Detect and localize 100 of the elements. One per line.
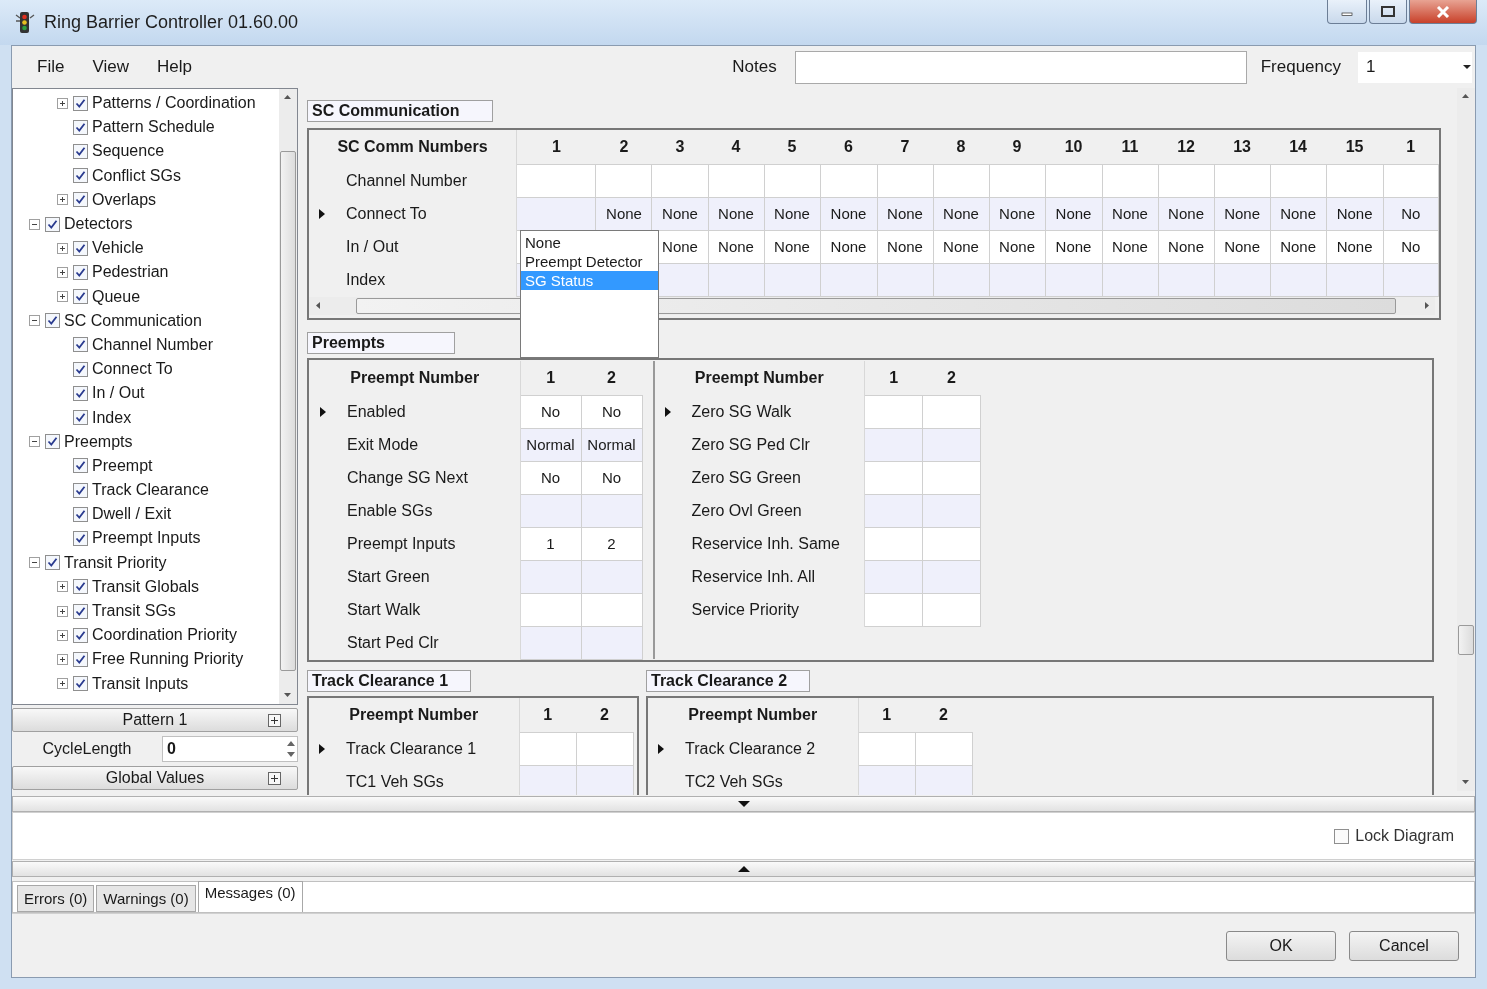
table-cell[interactable]: None [1158, 230, 1215, 263]
table-cell[interactable]: None [1326, 197, 1384, 230]
table-cell[interactable] [1214, 263, 1271, 296]
section-button[interactable]: Pattern 1 [12, 708, 298, 732]
dropdown-list[interactable]: None Preempt Detector SG Status [520, 230, 659, 358]
tree-item[interactable]: Transit SGs [92, 602, 176, 621]
table-cell[interactable] [708, 263, 764, 296]
table-cell[interactable] [922, 395, 981, 428]
table-cell[interactable] [1214, 164, 1271, 197]
table-cell[interactable]: None [820, 197, 877, 230]
table-cell[interactable]: None [1270, 230, 1327, 263]
table-cell[interactable] [595, 164, 652, 197]
checkbox[interactable] [73, 119, 88, 135]
table-cell[interactable] [877, 263, 933, 296]
tree-item[interactable]: Transit Inputs [92, 674, 189, 693]
table-cell[interactable] [877, 164, 933, 197]
tree-item[interactable]: Preempt Inputs [92, 529, 201, 548]
checkbox[interactable] [73, 530, 88, 546]
expand-icon[interactable] [57, 678, 68, 690]
tree-item[interactable]: Coordination Priority [92, 626, 237, 645]
dialog-button[interactable]: OK [1226, 930, 1336, 961]
table-cell[interactable] [864, 527, 923, 560]
table-cell[interactable]: None [1045, 197, 1102, 230]
table-cell[interactable] [922, 428, 981, 461]
tree-item[interactable]: Connect To [92, 360, 173, 379]
table-cell[interactable]: None [820, 230, 877, 263]
table-cell[interactable] [933, 263, 990, 296]
table-cell[interactable]: No [581, 395, 642, 428]
table-cell[interactable] [933, 164, 990, 197]
table-cell[interactable] [1270, 263, 1327, 296]
table-cell[interactable] [858, 765, 915, 795]
table-cell[interactable]: None [708, 230, 764, 263]
table-cell[interactable] [764, 263, 821, 296]
menu-item[interactable]: Help [155, 57, 193, 77]
table-cell[interactable]: None [1326, 230, 1384, 263]
table-cell[interactable] [820, 164, 877, 197]
table-cell[interactable] [520, 560, 581, 593]
table-cell[interactable]: None [652, 197, 708, 230]
down-arrow-icon[interactable] [736, 800, 751, 808]
table-cell[interactable]: None [989, 197, 1046, 230]
tree-item[interactable]: Preempt [92, 456, 153, 475]
table-cell[interactable]: None [1102, 197, 1159, 230]
checkbox[interactable] [73, 410, 88, 426]
tree-item[interactable]: Queue [92, 287, 141, 306]
tree-item[interactable]: Dwell / Exit [92, 505, 172, 524]
tree-item[interactable]: Patterns / Coordination [92, 94, 256, 113]
collapse-icon[interactable] [29, 436, 40, 448]
table-cell[interactable]: 2 [581, 527, 642, 560]
checkbox[interactable] [73, 482, 88, 498]
scrollbar-thumb[interactable] [1458, 625, 1474, 655]
tab[interactable]: Warnings (0) [96, 885, 196, 912]
table-cell[interactable] [858, 732, 915, 765]
table-cell[interactable] [922, 593, 981, 626]
tree-item[interactable]: Pedestrian [92, 263, 169, 282]
table-cell[interactable] [864, 560, 923, 593]
expand-icon[interactable] [57, 291, 68, 303]
checkbox[interactable] [73, 240, 88, 256]
dialog-button[interactable]: Cancel [1349, 930, 1459, 961]
table-cell[interactable]: No [1383, 230, 1439, 263]
table-cell[interactable] [576, 732, 633, 765]
table-cell[interactable] [1102, 263, 1159, 296]
expand-icon[interactable] [57, 242, 68, 254]
checkbox[interactable] [73, 676, 88, 692]
table-cell[interactable]: None [764, 230, 821, 263]
collapse-icon[interactable] [29, 557, 40, 569]
table-cell[interactable] [516, 164, 596, 197]
table-cell[interactable]: None [1214, 197, 1271, 230]
expand-icon[interactable] [57, 629, 68, 641]
table-cell[interactable]: None [933, 197, 990, 230]
table-cell[interactable] [1326, 263, 1384, 296]
menu-item[interactable]: View [91, 57, 130, 77]
table-cell[interactable] [581, 626, 642, 659]
table-cell[interactable]: None [877, 197, 933, 230]
table-cell[interactable]: None [764, 197, 821, 230]
scrollbar-thumb[interactable] [280, 151, 296, 671]
checkbox[interactable] [73, 627, 88, 643]
checkbox[interactable] [45, 313, 60, 329]
tree-item[interactable]: In / Out [92, 384, 145, 403]
collapse-icon[interactable] [29, 315, 40, 327]
checkbox[interactable] [45, 434, 60, 450]
checkbox[interactable] [73, 168, 88, 184]
caret-icon[interactable] [1462, 64, 1472, 70]
tab[interactable]: Errors (0) [17, 885, 95, 912]
tree-item[interactable]: Overlaps [92, 190, 157, 209]
tree-item[interactable]: Vehicle [92, 239, 144, 258]
checkbox[interactable] [73, 95, 88, 111]
table-cell[interactable] [1158, 263, 1215, 296]
table-cell[interactable] [520, 593, 581, 626]
table-cell[interactable] [864, 461, 923, 494]
expand-icon[interactable] [57, 266, 68, 278]
table-cell[interactable] [915, 765, 972, 795]
expand-icon[interactable] [268, 771, 281, 785]
table-cell[interactable] [1045, 263, 1102, 296]
table-cell[interactable] [516, 197, 596, 230]
table-cell[interactable]: No [581, 461, 642, 494]
checkbox[interactable] [73, 264, 88, 280]
checkbox[interactable] [1334, 828, 1350, 844]
maximize-button[interactable] [1369, 0, 1407, 24]
minimize-button[interactable] [1327, 0, 1367, 24]
expand-icon[interactable] [57, 605, 68, 617]
